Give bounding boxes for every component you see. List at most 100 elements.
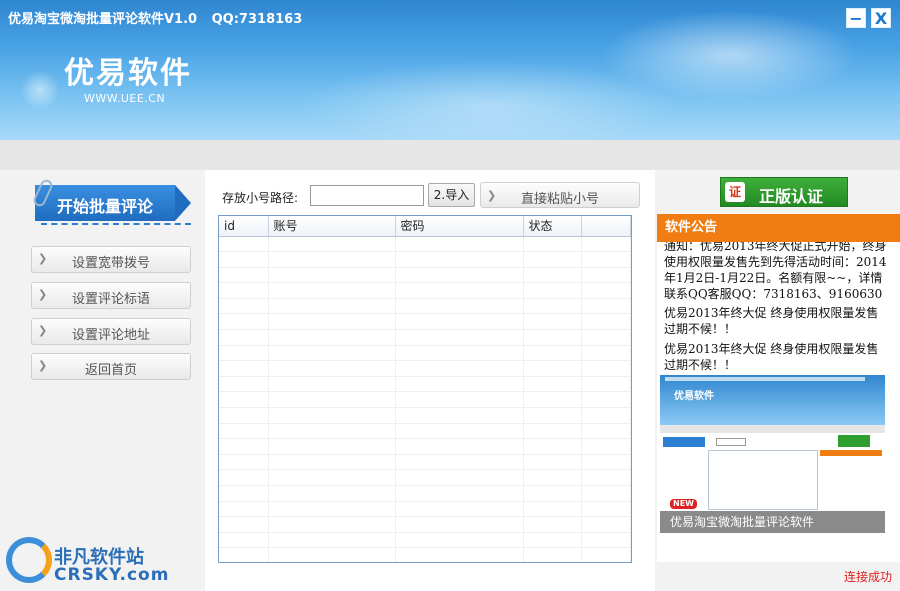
- sidebar-item-home[interactable]: ❯ 返回首页: [31, 353, 191, 380]
- table-cell[interactable]: [581, 360, 631, 377]
- table-cell[interactable]: [268, 454, 396, 471]
- table-cell[interactable]: [523, 501, 582, 518]
- table-cell[interactable]: [219, 391, 269, 409]
- table-cell[interactable]: [523, 282, 582, 299]
- table-cell[interactable]: [581, 454, 631, 471]
- table-cell[interactable]: [395, 329, 524, 346]
- table-cell[interactable]: [523, 485, 582, 502]
- table-cell[interactable]: [219, 485, 269, 502]
- table-cell[interactable]: [523, 360, 582, 377]
- table-cell[interactable]: [268, 282, 396, 299]
- table-cell[interactable]: [219, 532, 269, 549]
- table-cell[interactable]: [219, 454, 269, 471]
- table-cell[interactable]: [395, 423, 524, 440]
- genuine-auth-button[interactable]: 证 正版认证: [720, 177, 848, 207]
- table-row[interactable]: [219, 532, 631, 549]
- table-cell[interactable]: [581, 407, 631, 424]
- table-cell[interactable]: [581, 438, 631, 455]
- table-cell[interactable]: [581, 516, 631, 533]
- close-button[interactable]: X: [871, 8, 891, 28]
- table-cell[interactable]: [219, 438, 269, 455]
- table-cell[interactable]: [268, 532, 396, 549]
- table-cell[interactable]: [219, 547, 269, 562]
- table-cell[interactable]: [523, 267, 582, 284]
- table-row[interactable]: [219, 516, 631, 533]
- table-cell[interactable]: [219, 516, 269, 533]
- table-cell[interactable]: [219, 345, 269, 362]
- table-cell[interactable]: [268, 267, 396, 284]
- import-button[interactable]: 2.导入: [428, 183, 475, 207]
- table-cell[interactable]: [219, 360, 269, 377]
- table-cell[interactable]: [523, 407, 582, 424]
- table-cell[interactable]: [268, 547, 396, 562]
- sidebar-item-comment-slogan[interactable]: ❯ 设置评论标语: [31, 282, 191, 309]
- table-cell[interactable]: [395, 516, 524, 533]
- table-cell[interactable]: [219, 376, 269, 393]
- table-cell[interactable]: [268, 376, 396, 393]
- table-cell[interactable]: [523, 345, 582, 362]
- table-cell[interactable]: [268, 501, 396, 518]
- table-cell[interactable]: [581, 236, 631, 253]
- table-cell[interactable]: [219, 329, 269, 346]
- table-cell[interactable]: [395, 454, 524, 471]
- table-cell[interactable]: [219, 423, 269, 440]
- table-row[interactable]: [219, 267, 631, 284]
- table-cell[interactable]: [268, 251, 396, 268]
- table-cell[interactable]: [581, 485, 631, 502]
- table-row[interactable]: [219, 329, 631, 346]
- table-row[interactable]: [219, 423, 631, 440]
- table-row[interactable]: [219, 251, 631, 268]
- table-cell[interactable]: [523, 236, 582, 253]
- table-cell[interactable]: [395, 313, 524, 331]
- table-cell[interactable]: [219, 469, 269, 486]
- table-row[interactable]: [219, 282, 631, 299]
- table-cell[interactable]: [395, 532, 524, 549]
- table-cell[interactable]: [395, 298, 524, 315]
- table-row[interactable]: [219, 236, 631, 253]
- table-cell[interactable]: [581, 298, 631, 315]
- table-cell[interactable]: [523, 423, 582, 440]
- column-header-status[interactable]: 状态: [523, 216, 582, 237]
- table-cell[interactable]: [523, 469, 582, 486]
- table-cell[interactable]: [523, 532, 582, 549]
- table-cell[interactable]: [523, 329, 582, 346]
- table-cell[interactable]: [268, 236, 396, 253]
- sidebar-item-broadband-dial[interactable]: ❯ 设置宽带拨号: [31, 246, 191, 273]
- table-cell[interactable]: [581, 282, 631, 299]
- table-cell[interactable]: [395, 469, 524, 486]
- table-cell[interactable]: [523, 376, 582, 393]
- table-row[interactable]: [219, 501, 631, 518]
- table-row[interactable]: [219, 547, 631, 562]
- table-cell[interactable]: [523, 438, 582, 455]
- table-cell[interactable]: [581, 329, 631, 346]
- table-cell[interactable]: [219, 282, 269, 299]
- table-cell[interactable]: [581, 376, 631, 393]
- paste-accounts-button[interactable]: ❯ 直接粘贴小号: [480, 182, 640, 208]
- table-cell[interactable]: [268, 423, 396, 440]
- announcement-body[interactable]: 通知：优易2013年终大促正式开始，终身使用权限量发售先到先得活动时间：2014…: [657, 242, 900, 562]
- table-cell[interactable]: [219, 313, 269, 331]
- table-cell[interactable]: [268, 345, 396, 362]
- table-cell[interactable]: [395, 376, 524, 393]
- column-header-id[interactable]: id: [219, 216, 269, 237]
- table-row[interactable]: [219, 313, 631, 331]
- table-cell[interactable]: [395, 236, 524, 253]
- table-cell[interactable]: [581, 501, 631, 518]
- table-cell[interactable]: [268, 438, 396, 455]
- promo-image[interactable]: 优易软件 NEW 优易淘宝微淘批量评论软件: [660, 375, 885, 533]
- table-cell[interactable]: [581, 345, 631, 362]
- table-cell[interactable]: [581, 469, 631, 486]
- table-cell[interactable]: [268, 407, 396, 424]
- table-cell[interactable]: [395, 345, 524, 362]
- table-cell[interactable]: [395, 438, 524, 455]
- table-row[interactable]: [219, 469, 631, 486]
- promo-caption[interactable]: 优易淘宝微淘批量评论软件: [660, 511, 885, 533]
- table-cell[interactable]: [395, 501, 524, 518]
- table-cell[interactable]: [219, 267, 269, 284]
- table-row[interactable]: [219, 360, 631, 377]
- table-cell[interactable]: [268, 485, 396, 502]
- account-path-input[interactable]: [310, 185, 424, 206]
- table-cell[interactable]: [395, 251, 524, 268]
- table-cell[interactable]: [523, 298, 582, 315]
- table-row[interactable]: [219, 391, 631, 409]
